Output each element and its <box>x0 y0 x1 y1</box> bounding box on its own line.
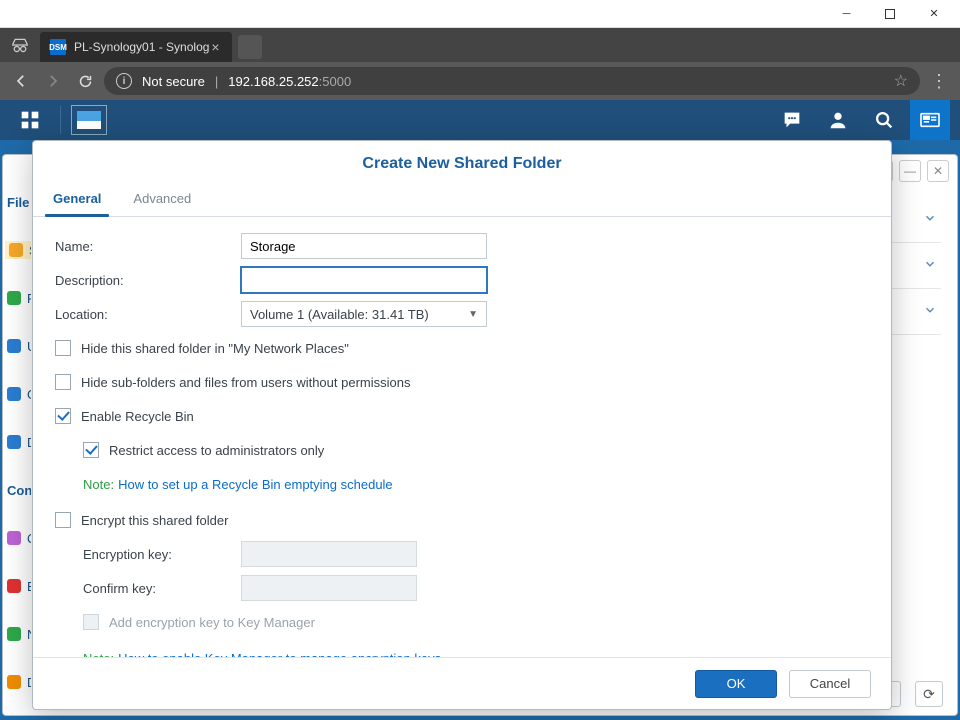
sidebar-item[interactable]: Gr <box>7 385 31 403</box>
sidebar-item[interactable]: Us <box>7 337 31 355</box>
browser-menu-button[interactable]: ⋮ <box>926 71 952 92</box>
location-select[interactable]: Volume 1 (Available: 31.41 TB) ▼ <box>241 301 487 327</box>
control-panel-sidebar: File Sh Fil Us Gr Do Con Qu Ex Ne DH <box>3 187 31 715</box>
sidebar-section: Con <box>7 481 31 499</box>
checkbox-restrict-admin[interactable] <box>83 442 99 458</box>
sidebar-item[interactable]: Ne <box>7 625 31 643</box>
address-bar[interactable]: i Not secure | 192.168.25.252:5000 ☆ <box>104 67 920 95</box>
description-input[interactable] <box>241 267 487 293</box>
sidebar-item[interactable]: Ex <box>7 577 31 595</box>
tab-advanced[interactable]: Advanced <box>131 183 193 216</box>
checkbox-hide-network-label: Hide this shared folder in "My Network P… <box>81 341 349 356</box>
window-maximize-button[interactable] <box>868 1 912 27</box>
sidebar-item[interactable]: Qu <box>7 529 31 547</box>
window-minimize-button[interactable]: ─ <box>824 1 868 27</box>
sidebar-item[interactable]: DH <box>7 673 31 691</box>
sidebar-item[interactable]: Do <box>7 433 31 451</box>
dsm-desktop: — ✕ File Sh Fil Us Gr Do Con Qu Ex Ne DH <box>0 140 960 720</box>
location-value: Volume 1 (Available: 31.41 TB) <box>250 307 429 322</box>
dialog-tabs: General Advanced <box>33 183 891 217</box>
taskbar-window-button[interactable] <box>71 105 107 135</box>
cancel-button[interactable]: Cancel <box>789 670 871 698</box>
checkbox-add-key-manager-label: Add encryption key to Key Manager <box>109 615 315 630</box>
dialog-footer: OK Cancel <box>33 657 891 709</box>
window-close-button[interactable]: ✕ <box>912 1 956 27</box>
checkbox-enable-recycle-label: Enable Recycle Bin <box>81 409 194 424</box>
security-status: Not secure <box>142 74 205 89</box>
bg-refresh-button[interactable]: ⟳ <box>915 681 943 707</box>
sidebar-item[interactable]: Sh <box>5 241 31 259</box>
chat-icon[interactable] <box>772 100 812 140</box>
nav-back-button[interactable] <box>8 68 34 94</box>
label-encryption-key: Encryption key: <box>83 547 241 562</box>
label-confirm-key: Confirm key: <box>83 581 241 596</box>
browser-tab[interactable]: DSM PL-Synology01 - Synolog × <box>40 32 232 62</box>
nav-reload-button[interactable] <box>72 68 98 94</box>
incognito-icon <box>0 28 40 62</box>
nav-forward-button[interactable] <box>40 68 66 94</box>
new-tab-button[interactable] <box>238 35 262 59</box>
dialog-body: Name: Description: Location: Volume 1 (A… <box>33 217 891 657</box>
user-icon[interactable] <box>818 100 858 140</box>
site-info-icon[interactable]: i <box>116 73 132 89</box>
checkbox-add-key-manager <box>83 614 99 630</box>
tab-title: PL-Synology01 - Synolog <box>74 40 209 54</box>
checkbox-restrict-admin-label: Restrict access to administrators only <box>109 443 324 458</box>
checkbox-encrypt[interactable] <box>55 512 71 528</box>
browser-toolbar: i Not secure | 192.168.25.252:5000 ☆ ⋮ <box>0 62 960 100</box>
checkbox-hide-subfolders[interactable] <box>55 374 71 390</box>
bg-minimize-button[interactable]: — <box>899 160 921 182</box>
create-shared-folder-dialog: Create New Shared Folder General Advance… <box>32 140 892 710</box>
tab-favicon: DSM <box>50 39 66 55</box>
tab-general[interactable]: General <box>51 183 103 216</box>
browser-tabstrip: DSM PL-Synology01 - Synolog × <box>0 28 960 62</box>
checkbox-hide-network[interactable] <box>55 340 71 356</box>
os-titlebar: ─ ✕ <box>0 0 960 28</box>
checkbox-encrypt-label: Encrypt this shared folder <box>81 513 228 528</box>
label-location: Location: <box>55 307 241 322</box>
checkbox-hide-subfolders-label: Hide sub-folders and files from users wi… <box>81 375 410 390</box>
sidebar-item[interactable]: Fil <box>7 289 31 307</box>
confirm-key-input <box>241 575 417 601</box>
label-name: Name: <box>55 239 241 254</box>
dialog-title: Create New Shared Folder <box>33 141 891 183</box>
chevron-down-icon: ▼ <box>468 309 478 320</box>
tab-close-icon[interactable]: × <box>209 39 221 55</box>
checkbox-enable-recycle[interactable] <box>55 408 71 424</box>
search-icon[interactable] <box>864 100 904 140</box>
ok-button[interactable]: OK <box>695 670 777 698</box>
widgets-icon[interactable] <box>910 100 950 140</box>
bg-close-button[interactable]: ✕ <box>927 160 949 182</box>
dsm-taskbar <box>0 100 960 140</box>
name-input[interactable] <box>241 233 487 259</box>
sidebar-section: File <box>7 193 29 211</box>
note-label: Note: <box>83 477 114 492</box>
label-description: Description: <box>55 273 241 288</box>
recycle-schedule-link[interactable]: How to set up a Recycle Bin emptying sch… <box>118 477 393 492</box>
url-host: 192.168.25.252:5000 <box>228 74 351 89</box>
encryption-key-input <box>241 541 417 567</box>
dsm-apps-button[interactable] <box>10 100 50 140</box>
bookmark-star-icon[interactable]: ☆ <box>894 71 908 91</box>
